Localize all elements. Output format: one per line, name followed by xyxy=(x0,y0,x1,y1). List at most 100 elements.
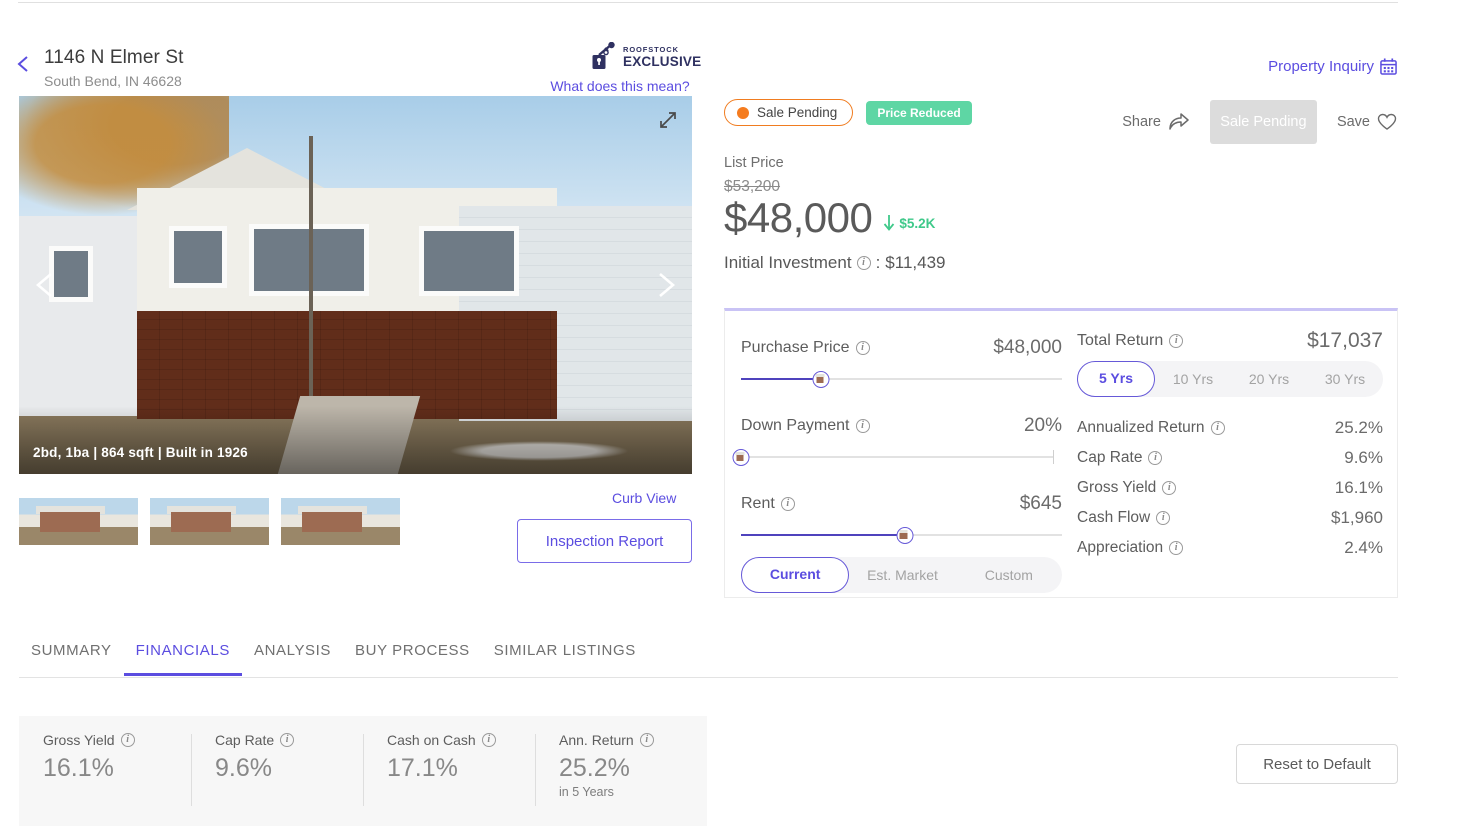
info-icon[interactable]: i xyxy=(1169,334,1184,348)
share-button[interactable]: Share xyxy=(1122,112,1210,132)
thumbnail-item[interactable] xyxy=(150,498,269,545)
tab-analysis[interactable]: ANALYSIS xyxy=(242,636,343,676)
thumbnail-item[interactable] xyxy=(19,498,138,545)
info-icon[interactable]: i xyxy=(1162,481,1177,495)
info-icon[interactable]: i xyxy=(1210,421,1225,435)
info-icon[interactable]: i xyxy=(639,733,654,747)
save-button[interactable]: Save xyxy=(1317,113,1397,131)
info-icon[interactable]: i xyxy=(855,419,870,433)
financial-metric-strip: Gross Yield i 16.1% Cap Rate i 9.6% Cash… xyxy=(19,716,707,826)
calculator-returns: Total Return i $17,037 5 Yrs 10 Yrs 20 Y… xyxy=(1077,329,1383,563)
rent-slider[interactable] xyxy=(741,525,1062,545)
property-inquiry-label: Property Inquiry xyxy=(1268,58,1374,75)
total-return-label: Total Return xyxy=(1077,332,1164,349)
gallery-prev-button[interactable] xyxy=(25,265,65,305)
tab-summary[interactable]: SUMMARY xyxy=(19,636,124,676)
tab-buy-process[interactable]: BUY PROCESS xyxy=(343,636,482,676)
tab-financials[interactable]: FINANCIALS xyxy=(123,636,242,676)
total-return-row: Total Return i $17,037 xyxy=(1077,329,1383,353)
info-icon[interactable]: i xyxy=(481,733,496,747)
info-icon[interactable]: i xyxy=(855,341,870,355)
info-icon[interactable]: i xyxy=(780,497,795,511)
inspection-report-button[interactable]: Inspection Report xyxy=(517,519,692,563)
year-segment-30[interactable]: 30 Yrs xyxy=(1307,361,1383,397)
back-button[interactable] xyxy=(14,54,34,74)
thumbnail-item[interactable] xyxy=(281,498,400,545)
current-price: $48,000 xyxy=(724,194,873,241)
key-tag-icon xyxy=(592,42,615,69)
cash-flow-value: $1,960 xyxy=(1331,508,1383,527)
purchase-price-value: $48,000 xyxy=(993,337,1062,358)
curb-view-link[interactable]: Curb View xyxy=(612,490,676,506)
what-does-this-mean-link[interactable]: What does this mean? xyxy=(545,78,695,94)
rent-label: Rent xyxy=(741,495,775,512)
property-inquiry-button[interactable]: Property Inquiry xyxy=(1268,58,1397,75)
metric-cell-label-group: Gross Yield i xyxy=(43,732,191,748)
cap-rate-value: 9.6% xyxy=(1344,448,1383,467)
chevron-left-icon xyxy=(17,56,28,72)
gallery-next-button[interactable] xyxy=(646,265,686,305)
down-payment-value: 20% xyxy=(1023,415,1062,436)
slider-thumb[interactable] xyxy=(812,371,830,388)
price-delta: $5.2K xyxy=(882,214,935,232)
info-icon[interactable]: i xyxy=(1156,511,1171,525)
info-icon[interactable]: i xyxy=(856,256,871,270)
share-arrow-icon xyxy=(1169,113,1189,130)
total-return-label-group: Total Return i xyxy=(1077,332,1184,350)
gross-yield-value: 16.1% xyxy=(1334,478,1383,497)
year-segment-10[interactable]: 10 Yrs xyxy=(1155,361,1231,397)
gallery-expand-button[interactable] xyxy=(656,108,680,132)
ann-return-strip-value: 25.2% xyxy=(559,754,630,782)
metric-cell-ann-return: Ann. Return i 25.2% in 5 Years xyxy=(535,716,707,826)
photo-caption-text: 2bd, 1ba | 864 sqft | Built in 1926 xyxy=(33,445,248,460)
metric-row: Appreciation i 2.4% xyxy=(1077,533,1383,563)
slider-thumb[interactable] xyxy=(732,449,750,466)
down-payment-row: Down Payment i 20% xyxy=(741,415,1062,437)
rent-segment-current[interactable]: Current xyxy=(741,557,850,593)
cash-on-cash-strip-value: 17.1% xyxy=(387,754,458,782)
year-segment-20[interactable]: 20 Yrs xyxy=(1231,361,1307,397)
rent-segment-est-market[interactable]: Est. Market xyxy=(849,557,955,593)
heart-outline-icon xyxy=(1377,113,1397,130)
metric-cell-cap-rate: Cap Rate i 9.6% xyxy=(191,716,363,826)
roofstock-exclusive-logo: ROOFSTOCK EXCLUSIVE xyxy=(590,40,701,74)
reset-to-default-button[interactable]: Reset to Default xyxy=(1236,744,1398,784)
gross-yield-strip-label: Gross Yield xyxy=(43,732,115,748)
page-header: 1146 N Elmer St South Bend, IN 46628 ROO… xyxy=(0,18,1483,94)
info-icon[interactable]: i xyxy=(120,733,135,747)
metric-cell-label-group: Ann. Return i xyxy=(559,732,707,748)
cap-rate-strip-value: 9.6% xyxy=(215,754,272,782)
rent-type-segmented-control: Current Est. Market Custom xyxy=(741,557,1062,593)
rent-label-group: Rent i xyxy=(741,495,795,513)
status-badge: Sale Pending xyxy=(724,99,854,126)
metric-cell-label-group: Cash on Cash i xyxy=(387,732,535,748)
cash-on-cash-strip-label: Cash on Cash xyxy=(387,732,476,748)
rent-value: $645 xyxy=(1019,493,1062,514)
metric-cell-cash-on-cash: Cash on Cash i 17.1% xyxy=(363,716,535,826)
info-icon[interactable]: i xyxy=(1148,451,1163,465)
expand-diagonal-icon xyxy=(660,112,676,128)
initial-investment-row: Initial Investment i : $11,439 xyxy=(724,253,946,273)
year-range-segmented-control: 5 Yrs 10 Yrs 20 Yrs 30 Yrs xyxy=(1077,361,1383,397)
info-icon[interactable]: i xyxy=(1169,541,1184,555)
metric-cell-gross-yield: Gross Yield i 16.1% xyxy=(19,716,191,826)
purchase-price-slider[interactable] xyxy=(741,369,1062,389)
down-payment-slider[interactable] xyxy=(732,447,1054,467)
chevron-right-icon xyxy=(659,273,676,297)
metric-row: Annualized Return i 25.2% xyxy=(1077,413,1383,443)
purchase-price-row: Purchase Price i $48,000 xyxy=(741,337,1062,359)
list-price-label: List Price xyxy=(724,155,784,171)
cash-flow-label: Cash Flow xyxy=(1077,509,1151,526)
initial-investment-value: $11,439 xyxy=(885,253,946,272)
property-photo-gallery[interactable]: 2bd, 1ba | 864 sqft | Built in 1926 xyxy=(19,96,692,474)
purchase-price-label: Purchase Price xyxy=(741,339,850,356)
arrow-down-icon xyxy=(884,215,895,231)
tab-similar-listings[interactable]: SIMILAR LISTINGS xyxy=(482,636,648,676)
year-segment-5[interactable]: 5 Yrs xyxy=(1077,361,1155,397)
annualized-return-label: Annualized Return xyxy=(1077,419,1205,436)
gross-yield-strip-value: 16.1% xyxy=(43,754,114,782)
rent-segment-custom[interactable]: Custom xyxy=(956,557,1062,593)
slider-thumb[interactable] xyxy=(896,527,914,544)
metric-row: Cash Flow i $1,960 xyxy=(1077,503,1383,533)
info-icon[interactable]: i xyxy=(280,733,295,747)
